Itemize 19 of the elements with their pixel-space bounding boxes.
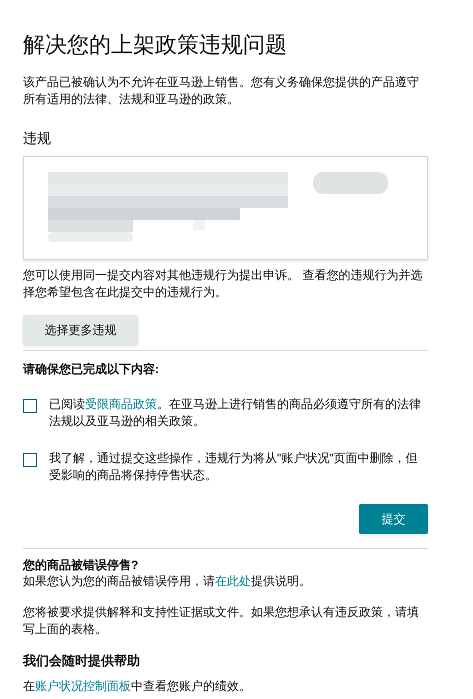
help-text: 在账户状况控制面板中查看您账户的绩效。 <box>23 678 252 695</box>
help-text: 您将被要求提供解释和支持性证据或文件。如果您想承认有违反政策，请填写上面的表格。 <box>23 604 420 638</box>
help-text: 您可以使用同一提交内容对其他违规行为提出申诉。 查看您的违规行为并选择您希望包含在此提交中的违规行为。 <box>23 267 424 301</box>
section-title: 我们会随时提供帮助 <box>23 652 141 670</box>
checklist-heading: 请确保您已完成以下内容: <box>23 361 160 378</box>
text-link[interactable]: 受限商品政策 <box>85 397 157 411</box>
page-title: 解决您的上架政策违规问题 <box>23 31 288 59</box>
checkbox[interactable] <box>23 399 37 413</box>
intro-text: 该产品已被确认为不允许在亚马逊上销售。您有义务确保您提供的产品遵守所有适用的法律、法规和亚马逊的政策。 <box>23 74 420 108</box>
checkbox-label: 已阅读受限商品政策。在亚马逊上进行销售的商品必须遵守所有的法律法规以及亚马逊的相关政策。 <box>49 396 422 430</box>
select-more-button[interactable]: 选择更多违规 <box>23 315 138 345</box>
text-link[interactable]: 账户状况控制面板 <box>35 679 131 693</box>
text-link[interactable]: 在此处 <box>215 574 251 588</box>
help-text: 如果您认为您的商品被错误停用，请在此处提供说明。 <box>23 573 312 590</box>
section-label: 违规 <box>23 129 52 148</box>
section-heading: 您的商品被错误停售? <box>23 557 140 573</box>
checkbox[interactable] <box>23 453 37 467</box>
checkbox-label: 我了解，通过提交这些操作，违规行为将从"账户状况"页面中删除，但受影响的商品将保持停售状态。 <box>49 450 419 484</box>
submit-button[interactable]: 提交 <box>359 504 428 534</box>
